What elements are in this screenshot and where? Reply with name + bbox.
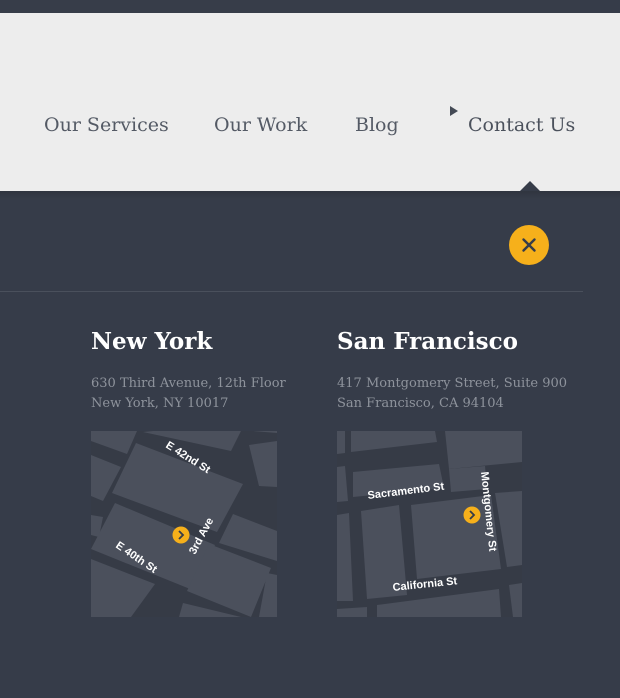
address-line-2-new-york: New York, NY 10017 xyxy=(91,396,229,411)
map-san-francisco[interactable]: Sacramento St Montgomery St California S… xyxy=(337,431,522,621)
site-header: Our Services Our Work Blog Contact Us xyxy=(0,13,620,191)
address-line-1-san-francisco: 417 Montgomery Street, Suite 900 xyxy=(337,376,568,391)
map-pin-icon[interactable] xyxy=(172,526,190,544)
nav-blog[interactable]: Blog xyxy=(355,112,399,138)
header-shadow xyxy=(0,191,620,199)
address-line-1-new-york: 630 Third Avenue, 12th Floor xyxy=(91,376,286,391)
office-title-new-york: New York xyxy=(91,328,213,355)
address-line-2-san-francisco: San Francisco, CA 94104 xyxy=(337,396,504,411)
active-nav-arrow-icon xyxy=(450,106,458,116)
office-title-san-francisco: San Francisco xyxy=(337,328,518,355)
panel-pointer xyxy=(520,181,540,191)
close-icon xyxy=(522,238,536,252)
nav-contact-us[interactable]: Contact Us xyxy=(468,112,575,138)
close-button[interactable] xyxy=(509,225,549,265)
divider xyxy=(0,291,583,292)
top-bar xyxy=(0,0,580,13)
nav-our-services[interactable]: Our Services xyxy=(44,112,169,138)
map-new-york[interactable]: E 42nd St 3rd Ave E 40th St xyxy=(91,431,277,621)
main-nav: Our Services Our Work Blog Contact Us xyxy=(0,112,620,138)
map-pin-icon[interactable] xyxy=(463,506,481,524)
nav-our-work[interactable]: Our Work xyxy=(214,112,307,138)
